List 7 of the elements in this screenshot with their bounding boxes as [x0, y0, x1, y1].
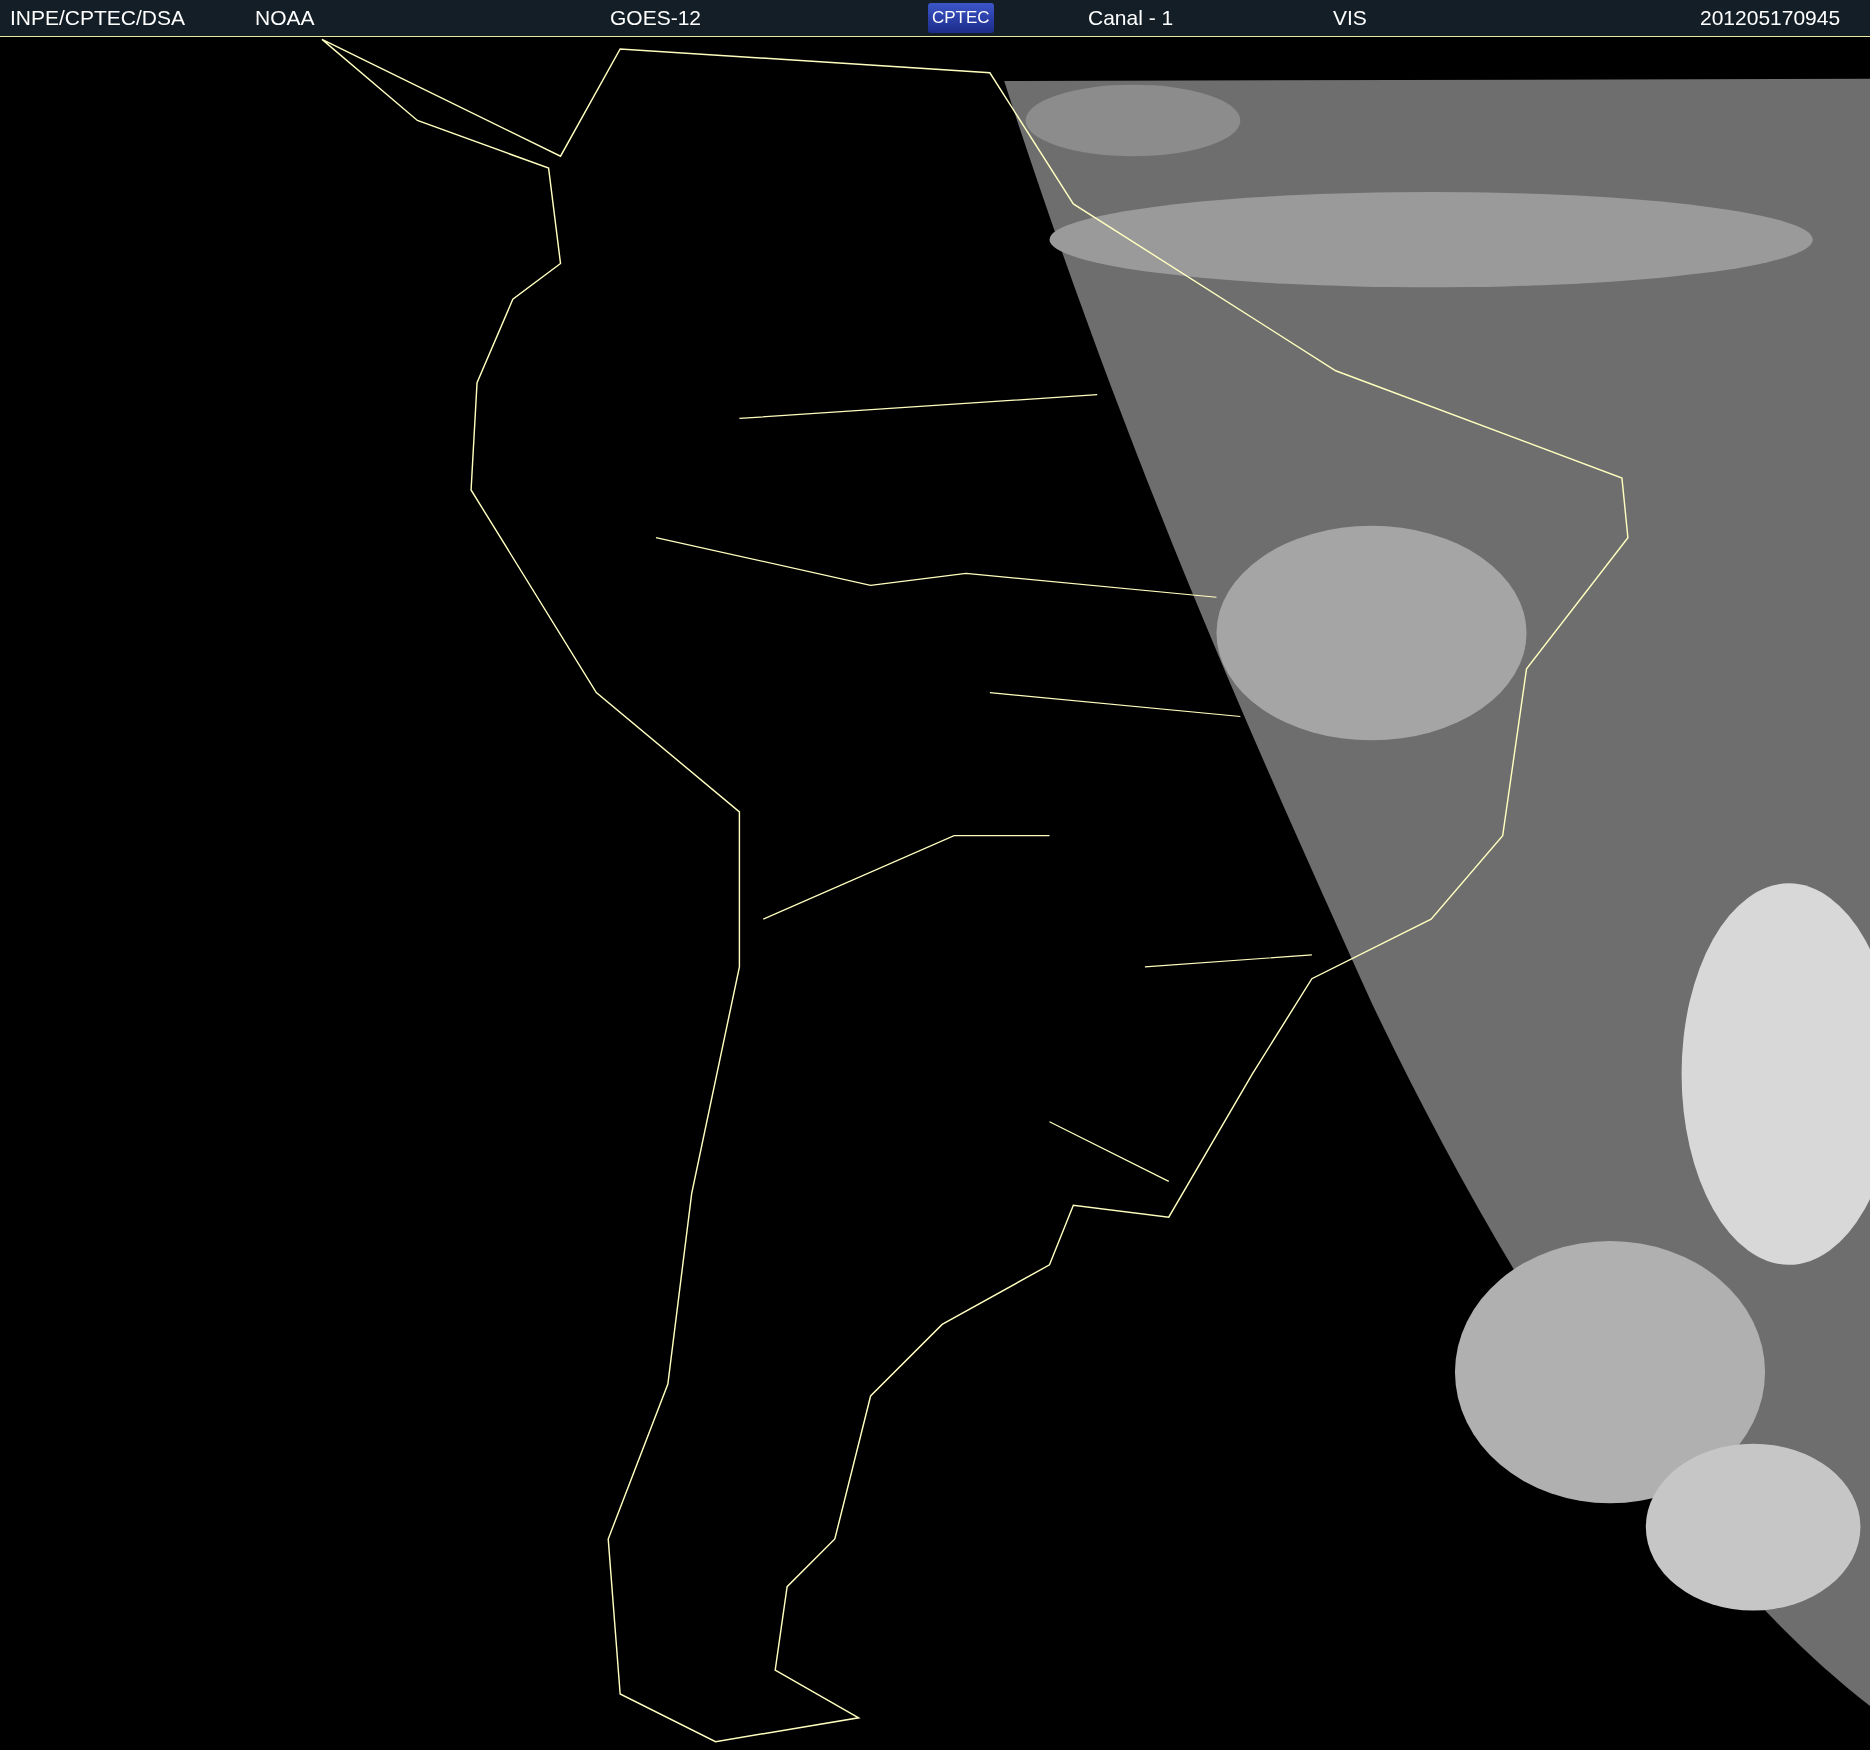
logo: CPTEC: [928, 3, 994, 33]
header-label: Canal - 1: [1088, 6, 1175, 30]
header-label: 201205170945: [1700, 6, 1842, 30]
header-label: GOES-12: [610, 6, 703, 30]
header-label: INPE/CPTEC/DSA: [10, 6, 187, 30]
header-label: VIS: [1333, 6, 1368, 30]
header-label: NOAA: [255, 6, 316, 30]
